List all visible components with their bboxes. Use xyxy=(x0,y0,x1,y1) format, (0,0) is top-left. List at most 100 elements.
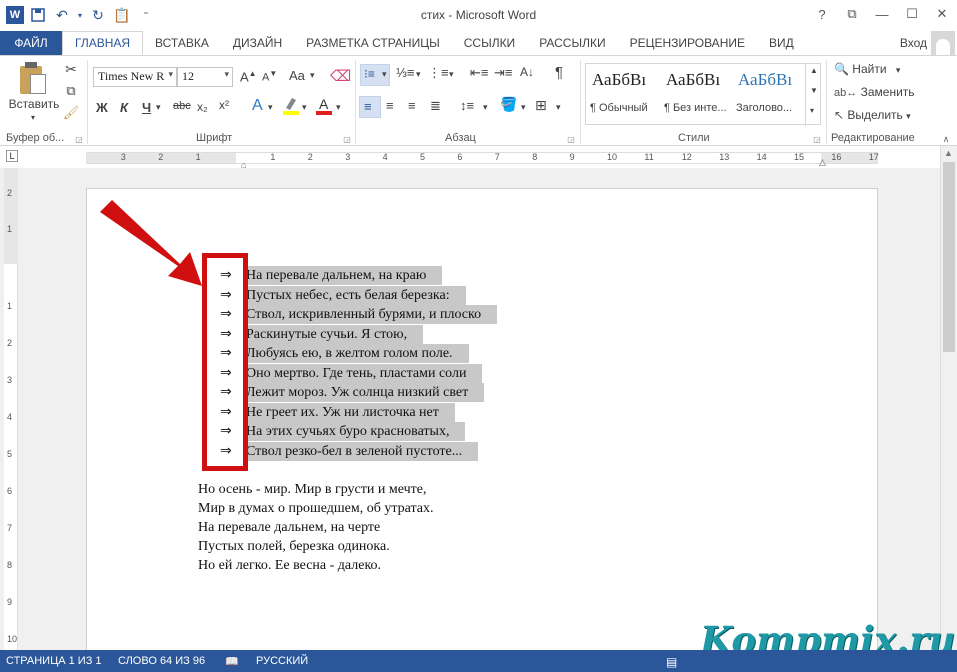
bullets-dropdown-icon[interactable]: ▾ xyxy=(382,69,387,80)
clear-formatting-icon[interactable]: ⌫ xyxy=(330,67,351,85)
align-left-button[interactable]: ≡ xyxy=(359,96,381,118)
copy-icon[interactable]: ⧉ xyxy=(62,82,80,100)
replace-button[interactable]: ab↔ Заменить xyxy=(834,85,915,99)
numbering-icon[interactable]: ⅓≡ xyxy=(396,65,414,80)
page-count[interactable]: СТРАНИЦА 1 ИЗ 1 xyxy=(6,655,102,667)
style-no-spacing-label[interactable]: ¶ Без инте... xyxy=(664,102,727,114)
change-case-button[interactable]: Aa xyxy=(289,68,305,83)
window-controls: ? ⧉ — ☐ ✕ xyxy=(807,0,957,28)
grow-font-icon[interactable]: A▲ xyxy=(240,69,257,84)
selected-line-text: Не греет их. Уж ни листочка нет xyxy=(246,402,455,422)
tab-insert[interactable]: ВСТАВКА xyxy=(143,31,221,55)
tab-page-layout[interactable]: РАЗМЕТКА СТРАНИЦЫ xyxy=(294,31,452,55)
style-no-spacing-preview[interactable]: АаБбВı xyxy=(666,70,720,90)
select-button[interactable]: ↖ Выделить ▾ xyxy=(834,108,911,122)
styles-up-icon[interactable]: ▲ xyxy=(810,66,818,75)
show-formatting-icon[interactable]: ¶ xyxy=(555,64,563,81)
font-name-combo[interactable]: Times New R ▾ xyxy=(93,67,177,87)
vertical-scrollbar[interactable]: ▲ ▼ xyxy=(940,146,957,650)
numbering-dropdown-icon[interactable]: ▾ xyxy=(416,69,421,80)
tab-review[interactable]: РЕЦЕНЗИРОВАНИЕ xyxy=(618,31,757,55)
subscript-button[interactable]: x₂ xyxy=(197,100,208,114)
style-heading-label[interactable]: Заголово... xyxy=(736,102,792,114)
right-indent-marker-icon[interactable]: △ xyxy=(819,157,826,168)
language[interactable]: РУССКИЙ xyxy=(256,655,308,667)
horizontal-ruler[interactable]: 3 2 1 1 2 3 4 5 6 7 8 9 10 11 12 13 14 15 16 17 xyxy=(86,152,879,164)
font-color-dropdown-icon[interactable]: ▾ xyxy=(336,102,341,113)
tab-file[interactable]: ФАЙЛ xyxy=(0,31,62,55)
font-color-icon[interactable]: A xyxy=(316,96,332,116)
shading-dropdown-icon[interactable]: ▾ xyxy=(521,102,526,113)
paste-icon[interactable] xyxy=(18,62,48,96)
font-name-dropdown-icon[interactable]: ▾ xyxy=(168,70,173,80)
font-size-dropdown-icon[interactable]: ▾ xyxy=(224,70,229,80)
change-case-dropdown-icon[interactable]: ▾ xyxy=(310,70,315,81)
underline-button[interactable]: Ч xyxy=(142,100,151,115)
help-button[interactable]: ? xyxy=(807,0,837,28)
word-count[interactable]: СЛОВО 64 ИЗ 96 xyxy=(118,655,205,667)
sort-icon[interactable]: A↓ xyxy=(520,65,534,79)
paste-dropdown-icon[interactable]: ▾ xyxy=(26,112,40,122)
minimize-button[interactable]: — xyxy=(867,0,897,28)
scroll-thumb[interactable] xyxy=(943,162,955,352)
highlight-dropdown-icon[interactable]: ▾ xyxy=(302,102,307,113)
highlight-icon[interactable] xyxy=(282,96,300,116)
bold-button[interactable]: Ж xyxy=(96,100,108,115)
align-center-icon[interactable]: ≡ xyxy=(386,98,394,113)
styles-launcher-icon[interactable]: ◲ xyxy=(812,134,822,144)
scroll-up-icon[interactable]: ▲ xyxy=(944,148,953,158)
shrink-font-icon[interactable]: A▼ xyxy=(262,69,277,84)
clipboard-launcher-icon[interactable]: ◲ xyxy=(74,134,84,144)
multilevel-list-icon[interactable]: ⋮≡ xyxy=(428,65,449,81)
maximize-button[interactable]: ☐ xyxy=(897,0,927,28)
avatar[interactable] xyxy=(931,31,955,55)
ribbon-display-button[interactable]: ⧉ xyxy=(837,0,867,28)
font-launcher-icon[interactable]: ◲ xyxy=(342,134,352,144)
text-effects-icon[interactable]: A xyxy=(252,97,263,115)
select-dropdown-icon: ▾ xyxy=(906,111,911,121)
borders-dropdown-icon[interactable]: ▾ xyxy=(556,102,561,113)
styles-more-icon[interactable]: ▾ xyxy=(810,106,814,115)
superscript-button[interactable]: x² xyxy=(219,98,229,112)
line-spacing-dropdown-icon[interactable]: ▾ xyxy=(483,102,488,113)
close-button[interactable]: ✕ xyxy=(927,0,957,28)
style-heading-preview[interactable]: АаБбВı xyxy=(738,70,792,90)
read-mode-icon[interactable]: ▤ xyxy=(666,655,677,669)
borders-icon[interactable]: ⊞ xyxy=(535,97,547,114)
proofing-icon[interactable]: 📖 xyxy=(225,655,239,668)
find-button[interactable]: 🔍 Найти ▾ xyxy=(834,62,900,76)
paragraph-launcher-icon[interactable]: ◲ xyxy=(566,134,576,144)
vertical-ruler[interactable]: 2 1 1 2 3 4 5 6 7 8 9 10 xyxy=(4,168,18,650)
multilevel-dropdown-icon[interactable]: ▾ xyxy=(449,69,454,80)
font-size-combo[interactable]: 12 ▾ xyxy=(177,67,233,87)
line-spacing-icon[interactable]: ↕≡ xyxy=(460,98,474,113)
align-right-icon[interactable]: ≡ xyxy=(408,98,416,113)
shading-icon[interactable]: 🪣 xyxy=(500,96,517,113)
format-painter-icon[interactable]: 🖌 xyxy=(62,104,80,122)
text-effects-dropdown-icon[interactable]: ▾ xyxy=(268,102,273,113)
style-normal-label[interactable]: ¶ Обычный xyxy=(590,102,648,114)
tab-view[interactable]: ВИД xyxy=(757,31,806,55)
tab-references[interactable]: ССЫЛКИ xyxy=(452,31,527,55)
styles-down-icon[interactable]: ▼ xyxy=(810,86,818,95)
collapse-ribbon-icon[interactable]: ∧ xyxy=(940,134,952,144)
status-bar: СТРАНИЦА 1 ИЗ 1 СЛОВО 64 ИЗ 96 📖 РУССКИЙ… xyxy=(0,650,957,672)
tab-design[interactable]: ДИЗАЙН xyxy=(221,31,294,55)
ribbon: Вставить ▾ ✂ ⧉ 🖌 Буфер об... ◲ Times New… xyxy=(0,55,957,146)
justify-icon[interactable]: ≣ xyxy=(430,98,441,114)
ruler-number: 2 xyxy=(158,152,164,162)
tab-mailings[interactable]: РАССЫЛКИ xyxy=(527,31,617,55)
increase-indent-icon[interactable]: ⇥≡ xyxy=(494,65,512,81)
tab-selector-icon[interactable]: L xyxy=(6,150,18,162)
line-text: Но ей легко. Ее весна - далеко. xyxy=(198,558,382,573)
cut-icon[interactable]: ✂ xyxy=(62,60,80,78)
style-normal-preview[interactable]: АаБбВı xyxy=(592,70,646,90)
decrease-indent-icon[interactable]: ⇤≡ xyxy=(470,65,488,81)
underline-dropdown-icon[interactable]: ▾ xyxy=(156,102,161,113)
login-link[interactable]: Вход xyxy=(900,36,927,50)
ruler-number: 4 xyxy=(382,152,388,162)
tab-home[interactable]: ГЛАВНАЯ xyxy=(62,31,144,55)
italic-button[interactable]: К xyxy=(120,100,128,115)
paste-button[interactable]: Вставить xyxy=(6,96,62,112)
strikethrough-button[interactable]: abc xyxy=(173,100,191,112)
